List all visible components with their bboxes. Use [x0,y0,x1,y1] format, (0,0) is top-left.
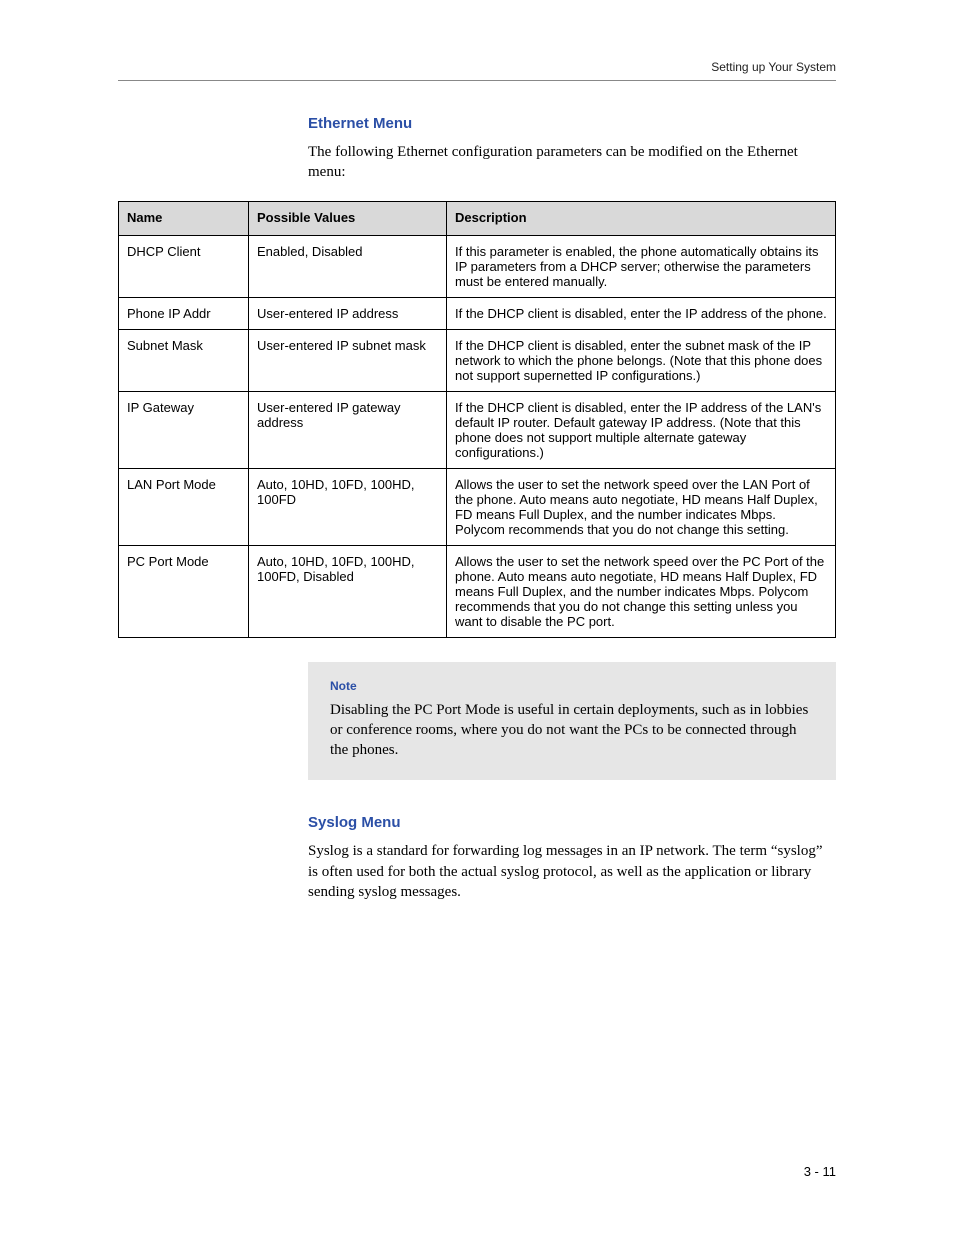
column-header-description: Description [447,201,836,235]
note-text: Disabling the PC Port Mode is useful in … [330,702,808,759]
cell-description: If the DHCP client is disabled, enter th… [447,329,836,391]
note-box: Note Disabling the PC Port Mode is usefu… [308,662,836,781]
running-header: Setting up Your System [118,60,836,74]
cell-values: Auto, 10HD, 10FD, 100HD, 100FD [249,468,447,545]
cell-description: Allows the user to set the network speed… [447,545,836,637]
cell-name: IP Gateway [119,391,249,468]
cell-values: Auto, 10HD, 10FD, 100HD, 100FD, Disabled [249,545,447,637]
section-heading-ethernet: Ethernet Menu [308,115,836,132]
table-header-row: Name Possible Values Description [119,201,836,235]
column-header-values: Possible Values [249,201,447,235]
table-row: DHCP Client Enabled, Disabled If this pa… [119,235,836,297]
column-header-name: Name [119,201,249,235]
cell-description: If the DHCP client is disabled, enter th… [447,297,836,329]
cell-description: If the DHCP client is disabled, enter th… [447,391,836,468]
table-row: IP Gateway User-entered IP gateway addre… [119,391,836,468]
cell-name: PC Port Mode [119,545,249,637]
cell-name: DHCP Client [119,235,249,297]
cell-values: User-entered IP subnet mask [249,329,447,391]
table-row: LAN Port Mode Auto, 10HD, 10FD, 100HD, 1… [119,468,836,545]
note-label: Note [330,678,818,694]
section-heading-syslog: Syslog Menu [308,814,836,831]
section-intro-syslog: Syslog is a standard for forwarding log … [308,841,836,902]
cell-description: Allows the user to set the network speed… [447,468,836,545]
header-rule [118,80,836,81]
cell-name: Subnet Mask [119,329,249,391]
cell-values: Enabled, Disabled [249,235,447,297]
cell-description: If this parameter is enabled, the phone … [447,235,836,297]
ethernet-parameters-table: Name Possible Values Description DHCP Cl… [118,201,836,638]
cell-values: User-entered IP address [249,297,447,329]
table-row: PC Port Mode Auto, 10HD, 10FD, 100HD, 10… [119,545,836,637]
cell-name: LAN Port Mode [119,468,249,545]
cell-name: Phone IP Addr [119,297,249,329]
section-intro-ethernet: The following Ethernet configuration par… [308,142,836,183]
page-number: 3 - 11 [804,1164,836,1179]
table-row: Phone IP Addr User-entered IP address If… [119,297,836,329]
cell-values: User-entered IP gateway address [249,391,447,468]
table-row: Subnet Mask User-entered IP subnet mask … [119,329,836,391]
